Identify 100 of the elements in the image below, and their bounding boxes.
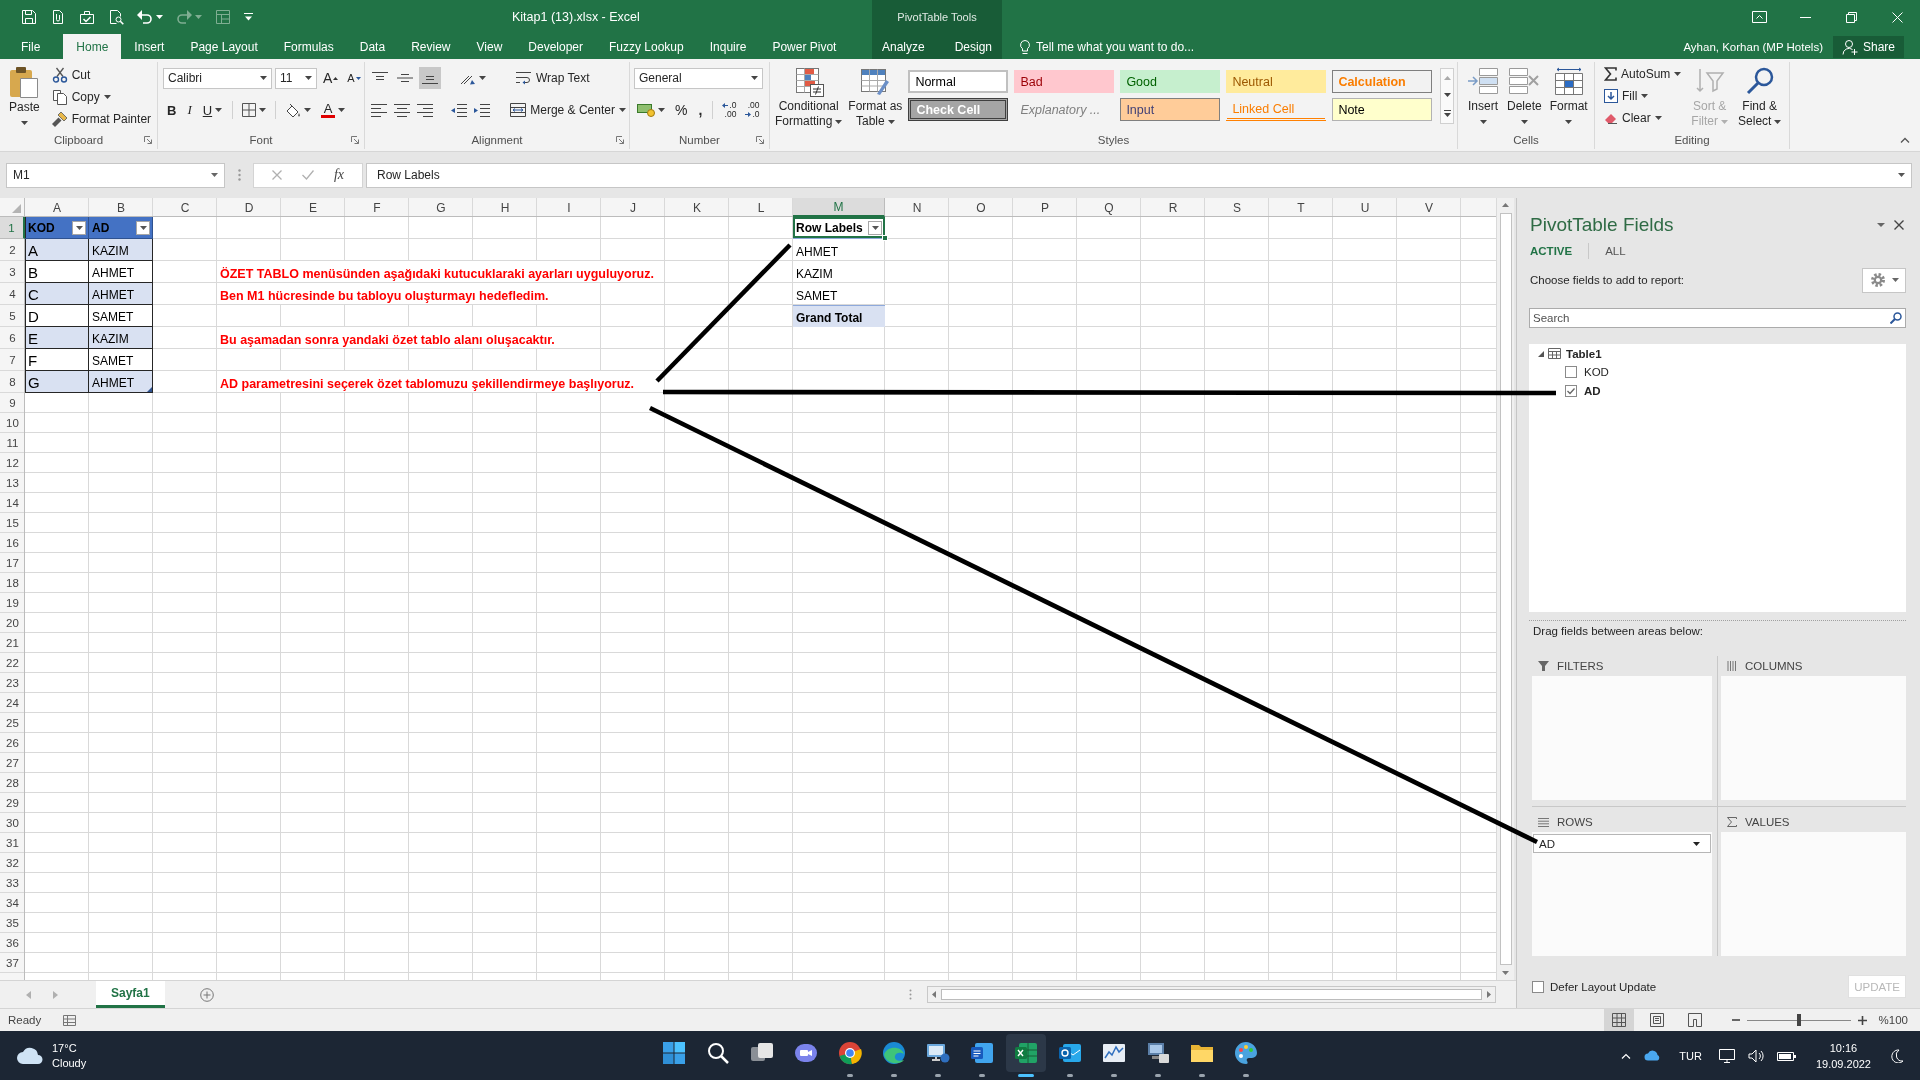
zoom-slider-thumb[interactable] — [1796, 1014, 1801, 1026]
column-header[interactable]: Q — [1077, 198, 1141, 217]
dialog-launcher-icon[interactable] — [756, 135, 764, 144]
scroll-down-icon[interactable] — [1502, 971, 1509, 975]
number-format-field[interactable]: General — [634, 67, 763, 89]
column-header[interactable]: L — [729, 198, 793, 217]
row-header[interactable]: 11 — [0, 433, 25, 453]
checkbox[interactable] — [1532, 980, 1544, 993]
column-header[interactable]: A — [25, 198, 89, 217]
filter-button[interactable] — [72, 220, 86, 235]
row-header[interactable]: 25 — [0, 713, 25, 733]
ribbon-tab[interactable]: Review — [398, 34, 464, 59]
ribbon-tab[interactable]: Data — [346, 34, 399, 59]
column-header[interactable]: G — [409, 198, 473, 217]
battery-icon[interactable] — [1776, 1049, 1797, 1062]
row-header[interactable]: 17 — [0, 553, 25, 573]
field-label[interactable]: KOD — [1584, 365, 1609, 378]
tell-me-button[interactable]: Tell me what you want to do... — [1020, 34, 1195, 59]
row-header[interactable]: 1 — [0, 217, 25, 239]
triangle-icon[interactable] — [1538, 350, 1544, 357]
row-header[interactable]: 3 — [0, 261, 25, 283]
checkbox[interactable] — [1565, 365, 1577, 378]
insert-cells-button[interactable]: Insert — [1464, 62, 1502, 130]
decrease-decimal-button[interactable]: .00 .0 — [742, 101, 763, 119]
italic-button[interactable]: I — [183, 99, 196, 121]
customize-menu-icon[interactable] — [244, 13, 253, 21]
scroll-right-icon[interactable] — [1487, 991, 1491, 998]
increase-decimal-button[interactable]: .0 .00 — [719, 101, 740, 119]
row-header[interactable]: 19 — [0, 593, 25, 613]
row-header[interactable]: 6 — [0, 327, 25, 349]
column-header[interactable]: E — [281, 198, 345, 217]
column-header[interactable]: U — [1333, 198, 1397, 217]
wrap-text-button[interactable]: Wrap Text — [513, 67, 593, 89]
zoom-in-icon[interactable] — [1857, 1015, 1867, 1025]
outdent-icon[interactable] — [450, 103, 467, 117]
field-label[interactable]: AD — [1584, 384, 1601, 397]
copy-button[interactable]: Copy — [48, 86, 155, 108]
dialog-launcher-icon[interactable] — [144, 135, 152, 144]
bold-button[interactable]: B — [163, 99, 181, 121]
ribbon-display-options-icon[interactable] — [1751, 11, 1767, 23]
row-header[interactable]: 31 — [0, 833, 25, 853]
ribbon-tab[interactable]: Developer — [515, 34, 596, 59]
row-header[interactable]: 33 — [0, 873, 25, 893]
column-header[interactable]: P — [1013, 198, 1077, 217]
autosum-button[interactable]: AutoSum — [1601, 63, 1685, 85]
row-header[interactable]: 35 — [0, 913, 25, 933]
column-header[interactable]: S — [1205, 198, 1269, 217]
row-header[interactable]: 34 — [0, 893, 25, 913]
print-preview-icon[interactable] — [108, 9, 124, 25]
settings-button[interactable] — [1862, 267, 1906, 293]
font-size-field[interactable]: 11 — [275, 67, 317, 89]
column-header[interactable]: K — [665, 198, 729, 217]
area-field-button[interactable]: AD — [1533, 834, 1711, 853]
moon-icon[interactable] — [1890, 1048, 1904, 1063]
column-header[interactable]: C — [153, 198, 217, 217]
cell-style-button[interactable]: Explanatory ... — [1014, 98, 1115, 121]
ribbon-tab[interactable]: View — [463, 34, 516, 59]
zoom-level-text[interactable]: %100 — [1878, 1014, 1908, 1026]
scroll-up-icon[interactable] — [1502, 203, 1509, 207]
row-header[interactable]: 13 — [0, 473, 25, 493]
ribbon-tab[interactable]: Fuzzy Lookup — [596, 34, 697, 59]
ribbon-tab[interactable]: File — [8, 34, 54, 59]
find-select-button[interactable]: Find & Select — [1735, 62, 1785, 130]
shrink-font-button[interactable]: A — [344, 68, 364, 88]
row-header[interactable]: 4 — [0, 283, 25, 305]
cell-style-button[interactable]: Bad — [1014, 70, 1115, 93]
formula-field[interactable]: Row Labels — [366, 162, 1912, 188]
percent-button[interactable]: % — [671, 99, 692, 121]
cloud-icon[interactable] — [16, 1046, 44, 1065]
row-header[interactable]: 20 — [0, 613, 25, 633]
align-left-icon[interactable] — [371, 102, 388, 118]
ribbon-tab[interactable]: Page Layout — [177, 34, 271, 59]
pane-tab[interactable]: ALL — [1605, 245, 1626, 257]
cut-button[interactable]: Cut — [48, 64, 155, 86]
clear-button[interactable]: Clear — [1601, 107, 1685, 129]
row-header[interactable]: 7 — [0, 349, 25, 371]
row-header[interactable]: 36 — [0, 933, 25, 953]
cell-style-button[interactable]: Input — [1120, 98, 1221, 121]
ribbon-tab[interactable]: Formulas — [270, 34, 347, 59]
column-header[interactable]: N — [885, 198, 949, 217]
row-header[interactable]: 8 — [0, 371, 25, 393]
paste-button[interactable]: Paste — [6, 63, 43, 130]
close-icon[interactable] — [1894, 220, 1904, 230]
vertical-align-button[interactable] — [419, 67, 441, 89]
temperature-text[interactable]: 17°C — [52, 1040, 87, 1056]
save-icon[interactable] — [21, 9, 37, 25]
row-header[interactable]: 28 — [0, 773, 25, 793]
scroll-left-icon[interactable] — [932, 991, 936, 998]
column-header[interactable]: V — [1397, 198, 1461, 217]
column-header[interactable]: J — [601, 198, 665, 217]
row-header[interactable]: 18 — [0, 573, 25, 593]
format-as-table-button[interactable]: Format as Table — [845, 62, 906, 130]
table-name[interactable]: Table1 — [1566, 347, 1602, 360]
paint-bucket-icon[interactable] — [285, 102, 302, 118]
filter-button[interactable] — [136, 220, 150, 235]
column-header[interactable]: D — [217, 198, 281, 217]
column-header[interactable]: I — [537, 198, 601, 217]
sheet-tab[interactable]: Sayfa1 — [96, 981, 165, 1008]
checkbox[interactable] — [1565, 384, 1577, 397]
name-box[interactable]: M1 — [6, 162, 225, 188]
